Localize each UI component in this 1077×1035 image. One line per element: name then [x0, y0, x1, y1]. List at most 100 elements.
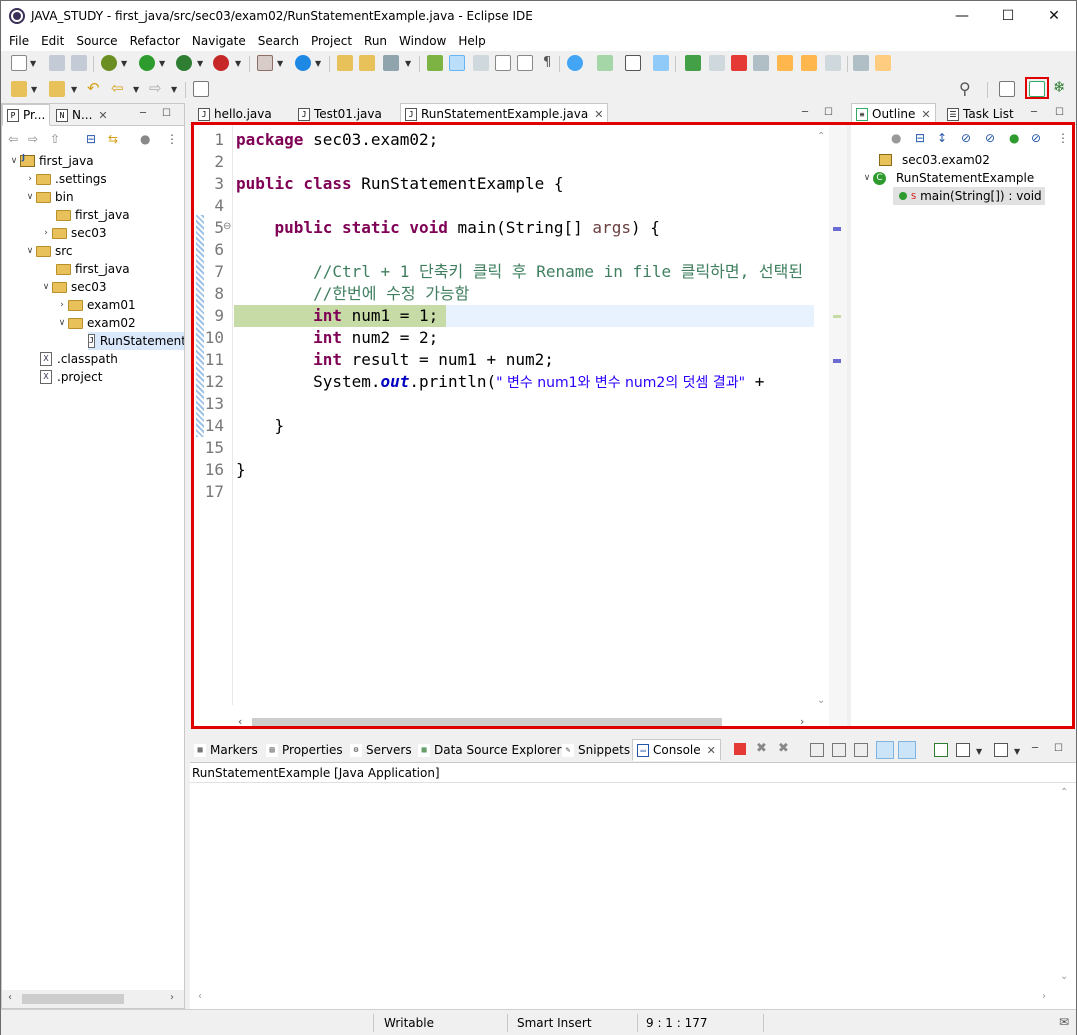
chevron-right-icon[interactable]: ›	[40, 228, 52, 238]
scroll-thumb[interactable]	[22, 994, 124, 1004]
collapse-all-icon[interactable]: ⊟	[915, 131, 925, 145]
terminate-icon[interactable]	[734, 743, 746, 755]
editor-vertical-scrollbar[interactable]: ⌃ ⌄	[814, 125, 829, 715]
chevron-down-icon[interactable]: ▼	[197, 59, 203, 68]
terminate-icon[interactable]	[731, 55, 747, 71]
open-type-icon[interactable]	[337, 55, 353, 71]
chevron-down-icon[interactable]: ▼	[30, 59, 36, 68]
tree-item-runstatementexample[interactable]: J RunStatementExample.java	[88, 332, 184, 350]
hide-fields-icon[interactable]: ⊘	[961, 131, 971, 145]
chevron-down-icon[interactable]: ▼	[405, 59, 411, 68]
chevron-left-icon[interactable]: ‹	[8, 992, 12, 1003]
focus-icon[interactable]: ●	[891, 131, 901, 145]
tree-item-src[interactable]: ∨ src	[24, 242, 73, 260]
chevron-down-icon[interactable]: ∨	[861, 173, 873, 183]
hide-nonpublic-icon[interactable]: ●	[1009, 131, 1019, 145]
toggle-highlight-icon[interactable]	[449, 55, 465, 71]
new-java-project-icon[interactable]	[257, 55, 273, 71]
fold-collapse-icon[interactable]: ⊖	[223, 221, 231, 232]
minimize-icon[interactable]: ─	[1032, 743, 1038, 754]
menu-run[interactable]: Run	[358, 34, 393, 48]
open-perspective-icon[interactable]	[999, 81, 1015, 97]
chevron-right-icon[interactable]: ›	[170, 992, 174, 1003]
minimize-icon[interactable]: ─	[140, 108, 146, 119]
minimize-button[interactable]: —	[939, 1, 985, 31]
code-editor[interactable]: 1 2 3 4 5 ⊖ 6 7 8 9 10 11 12 13 14 15 16…	[194, 125, 829, 729]
chevron-down-icon[interactable]: ⌄	[817, 695, 825, 706]
outline-class[interactable]: ∨ C RunStatementExample	[861, 169, 1035, 187]
chevron-down-icon[interactable]: ▼	[159, 59, 165, 68]
previous-annotation-icon[interactable]	[49, 81, 65, 97]
tab-snippets[interactable]: ✎ Snippets	[558, 739, 634, 761]
word-wrap-icon[interactable]	[854, 743, 868, 757]
tree-item-exam01[interactable]: › exam01	[56, 296, 135, 314]
chevron-down-icon[interactable]: ▼	[121, 59, 127, 68]
chevron-down-icon[interactable]: ▼	[1014, 747, 1020, 756]
console-vertical-scrollbar[interactable]: ⌃ ⌄	[1056, 783, 1074, 987]
tree-item-src-first-java[interactable]: first_java	[56, 260, 130, 278]
step-into-icon[interactable]	[777, 55, 793, 71]
menu-navigate[interactable]: Navigate	[186, 34, 252, 48]
overview-marker[interactable]	[833, 227, 841, 231]
pin-editor-icon[interactable]	[193, 81, 209, 97]
console-tool-icon[interactable]	[625, 55, 641, 71]
show-on-stdout-icon[interactable]	[876, 741, 894, 759]
back-icon[interactable]: ⇦	[8, 132, 18, 146]
tab-outline[interactable]: ≡ Outline ✕	[851, 103, 936, 125]
hide-local-types-icon[interactable]: ⊘	[1031, 131, 1041, 145]
overview-marker[interactable]	[833, 359, 841, 363]
close-window-button[interactable]: ✕	[1031, 1, 1077, 31]
toggle-mark-occurrences-icon[interactable]	[427, 55, 443, 71]
outline-package[interactable]: sec03.exam02	[879, 151, 990, 169]
minimize-icon[interactable]: ─	[1031, 107, 1037, 118]
chevron-down-icon[interactable]: ∨	[8, 156, 20, 166]
chevron-down-icon[interactable]: ▼	[133, 85, 139, 94]
chevron-right-icon[interactable]: ›	[800, 715, 804, 728]
chevron-down-icon[interactable]: ⌄	[1060, 971, 1068, 982]
show-on-stderr-icon[interactable]	[898, 741, 916, 759]
menu-refactor[interactable]: Refactor	[124, 34, 186, 48]
hide-static-icon[interactable]: ⊘	[985, 131, 995, 145]
save-all-icon[interactable]	[71, 55, 87, 71]
tree-item-exam02[interactable]: ∨ exam02	[56, 314, 136, 332]
chevron-down-icon[interactable]: ▼	[277, 59, 283, 68]
link-with-editor-icon[interactable]: ⇆	[108, 132, 118, 146]
overview-ruler[interactable]	[829, 125, 847, 729]
search-icon[interactable]: ⚲	[959, 79, 971, 98]
left-horizontal-scrollbar[interactable]: ‹ ›	[2, 990, 184, 1008]
use-step-filters-icon[interactable]	[853, 55, 869, 71]
debug-icon[interactable]	[101, 55, 117, 71]
tree-item-project[interactable]: ∨ first_java	[8, 152, 94, 170]
status-cursor-position[interactable]: 9 : 1 : 177	[646, 1014, 708, 1032]
save-icon[interactable]	[49, 55, 65, 71]
last-edit-location-icon[interactable]: ↶	[87, 79, 100, 97]
chevron-down-icon[interactable]: ▼	[315, 59, 321, 68]
maximize-icon[interactable]: ☐	[162, 108, 171, 119]
tab-console[interactable]: ▭ Console ✕	[632, 739, 721, 761]
disconnect-debug-icon[interactable]	[753, 55, 769, 71]
chevron-right-icon[interactable]: ›	[1042, 991, 1046, 1002]
chevron-down-icon[interactable]: ▼	[976, 747, 982, 756]
search-tool-icon[interactable]	[383, 55, 399, 71]
chevron-down-icon[interactable]: ▼	[171, 85, 177, 94]
chevron-up-icon[interactable]: ⌃	[1060, 787, 1068, 798]
outline-method[interactable]: S main(String[]) : void	[893, 187, 1045, 205]
new-class-icon[interactable]	[295, 55, 311, 71]
word-wrap-icon[interactable]	[495, 55, 511, 71]
next-annotation-icon[interactable]	[11, 81, 27, 97]
open-task-icon[interactable]	[359, 55, 375, 71]
tab-navigator[interactable]: N N... ✕	[52, 104, 112, 126]
tree-item-settings[interactable]: › .settings	[24, 170, 106, 188]
tree-item-src-sec03[interactable]: ∨ sec03	[40, 278, 107, 296]
chevron-down-icon[interactable]: ∨	[40, 282, 52, 292]
forward-icon[interactable]: ⇨	[28, 132, 38, 146]
menu-project[interactable]: Project	[305, 34, 358, 48]
new-icon[interactable]	[11, 55, 27, 71]
display-console-icon[interactable]	[956, 743, 970, 757]
chevron-right-icon[interactable]: ›	[24, 174, 36, 184]
close-icon[interactable]: ✕	[921, 108, 930, 121]
suspend-icon[interactable]	[709, 55, 725, 71]
chevron-down-icon[interactable]: ▼	[71, 85, 77, 94]
tree-item-project-file[interactable]: X .project	[40, 368, 102, 386]
tree-item-classpath[interactable]: X .classpath	[40, 350, 118, 368]
